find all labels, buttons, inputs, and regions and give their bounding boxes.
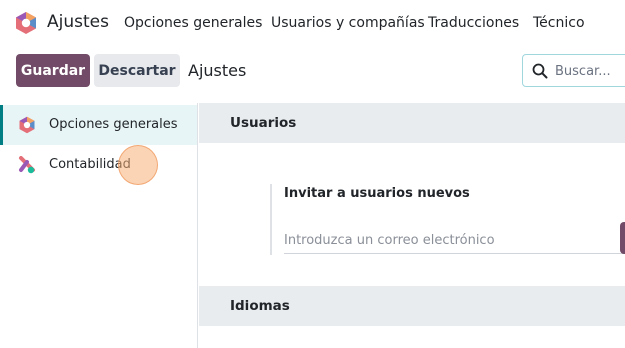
setting-divider (270, 184, 272, 255)
general-settings-icon (19, 116, 35, 134)
odoo-settings-icon[interactable] (15, 11, 37, 35)
section-title: Idiomas (230, 298, 290, 314)
app-name[interactable]: Ajustes (47, 12, 109, 32)
menu-tecnico[interactable]: Técnico (533, 15, 585, 31)
search-box[interactable] (522, 54, 625, 87)
menu-opciones-generales[interactable]: Opciones generales (124, 15, 262, 31)
section-header-idiomas: Idiomas (199, 286, 625, 326)
sidebar-item-contabilidad[interactable]: Contabilidad (0, 145, 197, 185)
menu-traducciones[interactable]: Traducciones (428, 15, 519, 31)
sidebar-item-label: Opciones generales (49, 117, 178, 132)
breadcrumb: Ajustes (188, 61, 247, 80)
discard-button[interactable]: Descartar (94, 54, 180, 87)
email-field[interactable] (284, 228, 624, 254)
menu-usuarios-companias[interactable]: Usuarios y compañías (271, 15, 425, 31)
search-icon (532, 63, 548, 79)
invite-button[interactable] (620, 222, 625, 254)
section-title: Usuarios (230, 115, 297, 131)
sidebar-item-opciones-generales[interactable]: Opciones generales (0, 105, 197, 145)
sidebar-item-label: Contabilidad (49, 157, 131, 172)
save-button[interactable]: Guardar (16, 54, 90, 87)
search-input[interactable] (555, 61, 625, 81)
top-navbar: Ajustes Opciones generales Usuarios y co… (0, 0, 625, 46)
settings-sidebar: Opciones generales Contabilidad (0, 103, 198, 348)
section-header-usuarios: Usuarios (199, 103, 625, 143)
invite-users-title: Invitar a usuarios nuevos (284, 186, 470, 201)
accounting-icon (19, 156, 35, 174)
